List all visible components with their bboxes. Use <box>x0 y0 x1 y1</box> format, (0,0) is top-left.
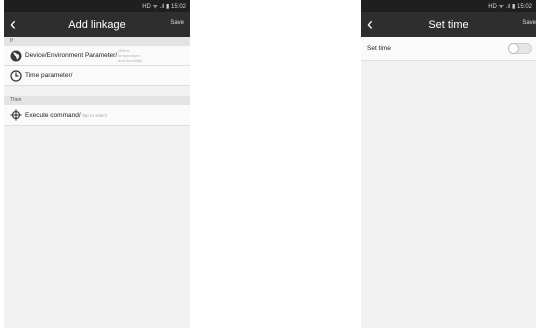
clock-icon <box>10 69 22 82</box>
save-button[interactable]: Save <box>522 20 536 26</box>
time-parameter-row[interactable]: Time parameter/ <box>4 66 190 86</box>
then-section-header: Then <box>4 96 190 105</box>
status-text: HD ᯤ .ıl ▮ 15:02 <box>488 4 532 10</box>
time-parameter-label: Time parameter/ <box>25 72 73 79</box>
add-linkage-screen: HD ᯤ .ıl ▮ 15:02 ‹ Add linkage Save If D… <box>4 0 190 328</box>
execute-command-row[interactable]: Execute command/ Tap to select <box>4 105 190 126</box>
set-time-row: Set time <box>361 37 536 61</box>
set-time-toggle[interactable] <box>508 43 532 54</box>
execute-command-hint: Tap to select <box>81 112 107 118</box>
status-bar: HD ᯤ .ıl ▮ 15:02 <box>4 0 190 12</box>
save-button[interactable]: Save <box>170 20 184 26</box>
if-section-header: If <box>4 37 190 46</box>
then-label: Then <box>10 97 22 103</box>
page-title: Add linkage <box>68 18 126 31</box>
back-arrow-icon[interactable]: ‹ <box>10 14 16 34</box>
nav-bar: ‹ Add linkage Save <box>4 12 190 37</box>
toggle-knob <box>508 43 519 54</box>
device-parameter-label: Device/Environment Parameter/ <box>25 52 118 59</box>
nav-bar: ‹ Set time Save <box>361 12 536 37</box>
if-label: If <box>10 38 13 44</box>
device-parameter-hint: (Either temperature and humidity) <box>118 48 143 63</box>
status-text: HD ᯤ .ıl ▮ 15:02 <box>142 4 186 10</box>
execute-command-label: Execute command/ <box>25 111 81 119</box>
back-arrow-icon[interactable]: ‹ <box>367 14 373 34</box>
globe-icon <box>10 50 22 61</box>
device-parameter-row[interactable]: Device/Environment Parameter/ (Either te… <box>4 46 190 66</box>
crosshair-icon <box>10 109 22 121</box>
set-time-label: Set time <box>367 45 391 52</box>
status-bar: HD ᯤ .ıl ▮ 15:02 <box>361 0 536 12</box>
page-title: Set time <box>428 18 469 31</box>
set-time-screen: HD ᯤ .ıl ▮ 15:02 ‹ Set time Save Set tim… <box>361 0 536 328</box>
